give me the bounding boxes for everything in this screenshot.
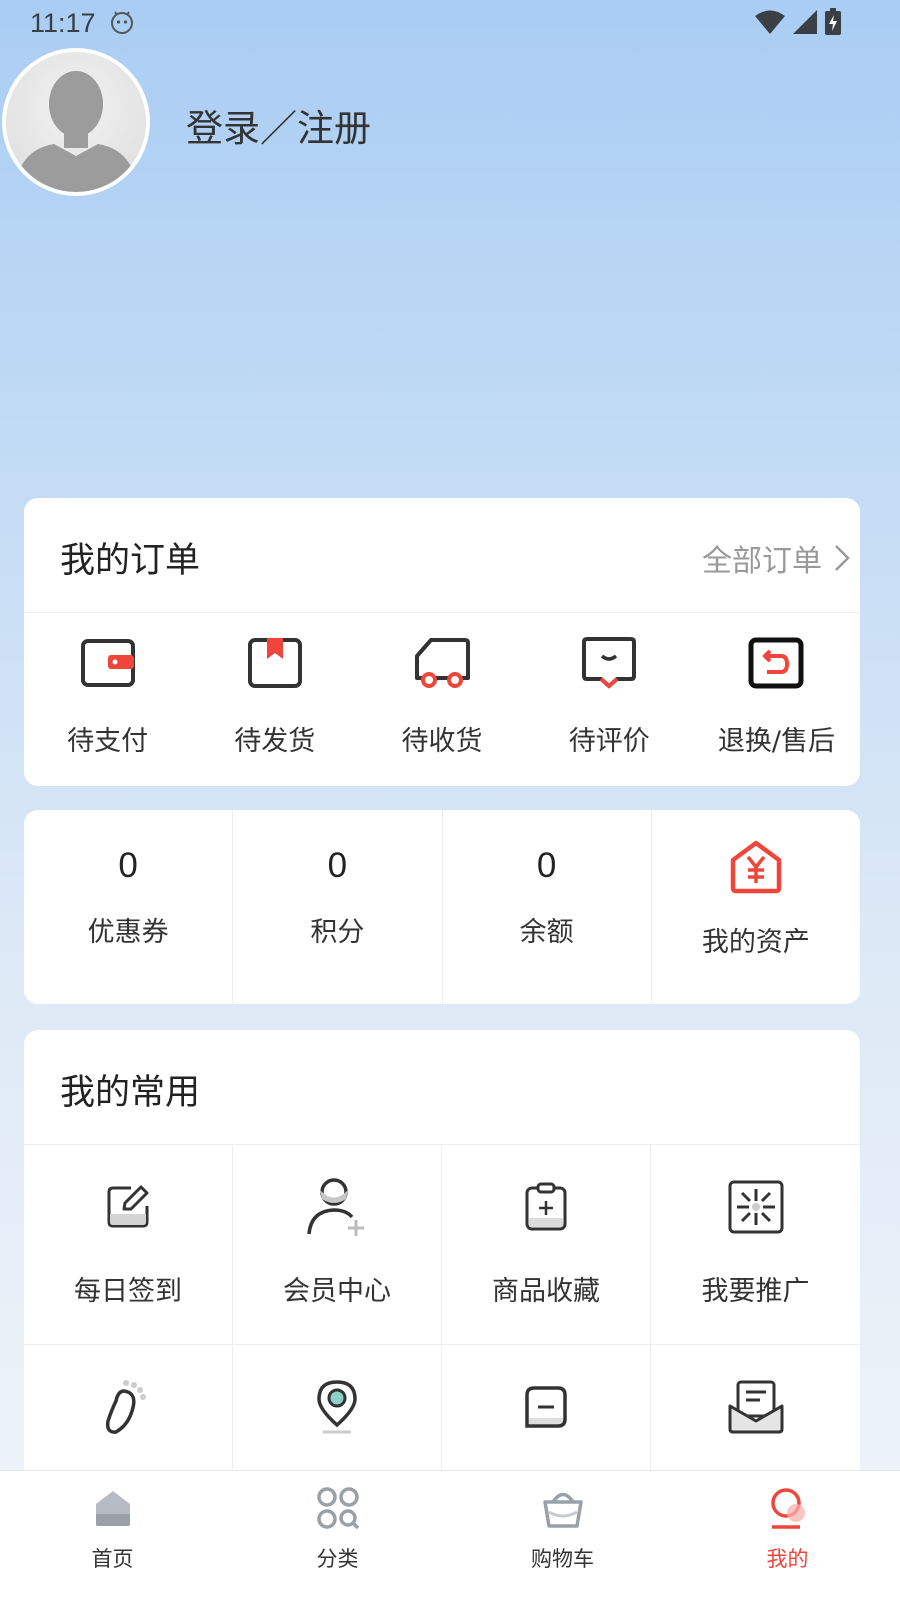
order-pending-shipment[interactable]: 待发货 bbox=[191, 613, 358, 785]
order-pending-payment[interactable]: 待支付 bbox=[24, 613, 191, 785]
all-orders-link[interactable]: 全部订单 bbox=[702, 536, 850, 580]
truck-icon bbox=[413, 635, 471, 691]
avatar[interactable] bbox=[2, 48, 150, 196]
order-returns-label: 退换/售后 bbox=[717, 726, 835, 757]
tab-cart[interactable]: 购物车 bbox=[450, 1471, 675, 1600]
order-pending-review-label: 待评价 bbox=[568, 726, 650, 757]
tab-home-label: 首页 bbox=[91, 1547, 134, 1571]
all-orders-label: 全部订单 bbox=[702, 544, 822, 579]
chat-icon bbox=[524, 1379, 568, 1435]
battery-icon bbox=[824, 8, 842, 40]
android-icon bbox=[110, 10, 134, 38]
expand-icon bbox=[728, 1179, 784, 1235]
yuan-house-icon bbox=[728, 840, 784, 898]
promotion-label: 我要推广 bbox=[701, 1276, 810, 1307]
coupons-label: 优惠券 bbox=[87, 917, 169, 948]
assets-card: 0 优惠券 0 积分 0 余额 我的资产 bbox=[24, 810, 860, 1004]
points-label: 积分 bbox=[310, 917, 365, 948]
promotion[interactable]: 我要推广 bbox=[651, 1145, 860, 1345]
daily-checkin-label: 每日签到 bbox=[74, 1276, 182, 1307]
status-bar: 11:17 bbox=[0, 0, 900, 46]
tab-home[interactable]: 首页 bbox=[0, 1471, 225, 1600]
balance-item[interactable]: 0 余额 bbox=[443, 810, 652, 1004]
user-add-icon bbox=[306, 1178, 368, 1236]
bottom-tab-bar: 首页 分类 购物车 我的 bbox=[0, 1470, 900, 1600]
tab-cart-label: 购物车 bbox=[531, 1547, 594, 1571]
member-center[interactable]: 会员中心 bbox=[233, 1145, 442, 1345]
home-icon bbox=[93, 1483, 133, 1533]
tab-category[interactable]: 分类 bbox=[225, 1471, 450, 1600]
orders-title: 我的订单 bbox=[60, 541, 201, 581]
my-assets-label: 我的资产 bbox=[701, 927, 810, 958]
orders-header: 我的订单 全部订单 bbox=[24, 498, 860, 613]
category-icon bbox=[316, 1483, 360, 1533]
member-center-label: 会员中心 bbox=[283, 1276, 391, 1307]
order-pending-receipt-label: 待收货 bbox=[401, 726, 483, 757]
common-header: 我的常用 bbox=[24, 1030, 860, 1145]
wallet-icon bbox=[80, 635, 136, 691]
edit-icon bbox=[105, 1179, 151, 1235]
comment-icon bbox=[581, 635, 637, 691]
common-tools-card: 我的常用 每日签到 会员中心 商品收藏 我要推广 bbox=[24, 1030, 860, 1545]
tab-mine[interactable]: 我的 bbox=[675, 1471, 900, 1600]
tab-mine-label: 我的 bbox=[766, 1547, 809, 1571]
status-time: 11:17 bbox=[30, 8, 96, 38]
person-silhouette-icon bbox=[14, 71, 138, 192]
orders-card: 我的订单 全部订单 待支付 待发货 待收货 待评价 退换/售后 bbox=[24, 498, 860, 786]
points-item[interactable]: 0 积分 bbox=[233, 810, 443, 1004]
return-icon bbox=[748, 635, 804, 691]
daily-checkin[interactable]: 每日签到 bbox=[24, 1145, 233, 1345]
product-favorites[interactable]: 商品收藏 bbox=[442, 1145, 651, 1345]
location-icon bbox=[314, 1379, 360, 1435]
order-returns[interactable]: 退换/售后 bbox=[693, 613, 860, 785]
balance-amount: 0 bbox=[536, 846, 557, 885]
profile-icon bbox=[766, 1483, 810, 1533]
coupons-item[interactable]: 0 优惠券 bbox=[24, 810, 234, 1004]
tab-category-label: 分类 bbox=[316, 1547, 359, 1571]
order-status-row: 待支付 待发货 待收货 待评价 退换/售后 bbox=[24, 613, 860, 785]
clipboard-add-icon bbox=[524, 1179, 568, 1235]
product-favorites-label: 商品收藏 bbox=[492, 1276, 600, 1307]
order-pending-shipment-label: 待发货 bbox=[234, 726, 316, 757]
points-count: 0 bbox=[327, 846, 348, 885]
balance-label: 余额 bbox=[519, 917, 574, 948]
my-assets-item[interactable]: 我的资产 bbox=[652, 810, 860, 1004]
common-title: 我的常用 bbox=[60, 1073, 201, 1113]
status-icons bbox=[754, 8, 842, 40]
chevron-right-icon bbox=[835, 545, 850, 571]
login-register-link[interactable]: 登录／注册 bbox=[186, 98, 371, 152]
order-pending-review[interactable]: 待评价 bbox=[526, 613, 693, 785]
order-pending-payment-label: 待支付 bbox=[67, 726, 149, 757]
order-pending-receipt[interactable]: 待收货 bbox=[358, 613, 525, 785]
basket-icon bbox=[541, 1483, 585, 1533]
coupons-count: 0 bbox=[118, 846, 138, 885]
package-icon bbox=[247, 635, 303, 691]
signal-icon bbox=[792, 9, 818, 39]
wifi-icon bbox=[754, 9, 786, 39]
footprint-icon bbox=[104, 1379, 152, 1435]
mail-icon bbox=[727, 1379, 785, 1435]
